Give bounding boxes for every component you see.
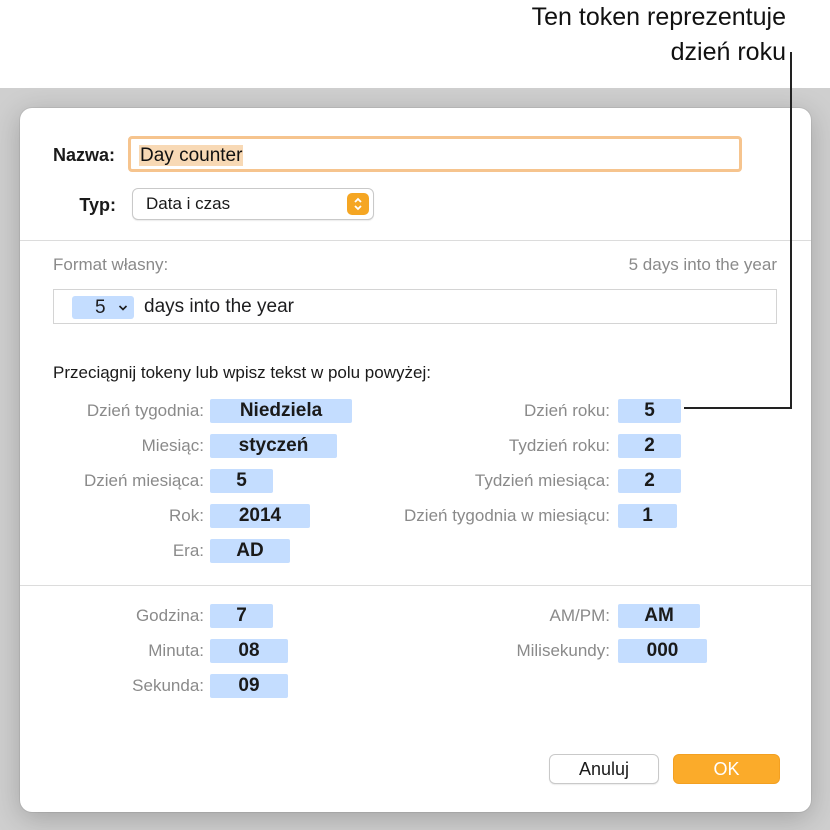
label-hour: Godzina: [135, 606, 204, 625]
token-weekday-in-month[interactable]: 1 [618, 504, 677, 528]
callout-line-1: Ten token reprezentuje [531, 3, 786, 31]
label-milliseconds: Milisekundy: [516, 641, 610, 660]
callout-annotation: Ten token reprezentuje dzień roku [426, 0, 786, 70]
token-week-of-month[interactable]: 2 [618, 469, 681, 493]
callout-leader-line [790, 52, 792, 409]
token-milliseconds[interactable]: 000 [618, 639, 707, 663]
format-field[interactable]: 5 days into the year [53, 289, 777, 324]
label-week-of-year: Tydzień roku: [508, 436, 610, 455]
label-second: Sekunda: [132, 676, 204, 695]
callout-leader-line [684, 407, 792, 409]
up-down-stepper-icon[interactable] [347, 193, 369, 215]
token-second[interactable]: 09 [210, 674, 288, 698]
token-hour[interactable]: 7 [210, 604, 273, 628]
label-week-of-month: Tydzień miesiąca: [474, 471, 610, 490]
format-preview: 5 days into the year [628, 255, 777, 274]
format-token-day-of-year[interactable]: 5 [72, 296, 134, 319]
chevron-down-icon [118, 296, 128, 327]
label-day-of-month: Dzień miesiąca: [84, 471, 204, 490]
name-label: Nazwa: [52, 145, 115, 165]
instructions-text: Przeciągnij tokeny lub wpisz tekst w pol… [53, 363, 431, 382]
format-token-value: 5 [95, 297, 106, 318]
token-am-pm[interactable]: AM [618, 604, 700, 628]
ok-button[interactable]: OK [673, 754, 780, 784]
label-minute: Minuta: [148, 641, 204, 660]
name-field[interactable]: Day counter [128, 136, 742, 172]
token-year[interactable]: 2014 [210, 504, 310, 528]
format-dialog: Nazwa: Day counter Typ: Data i czas Form… [20, 108, 811, 812]
type-label: Typ: [79, 195, 116, 215]
name-field-value: Day counter [139, 145, 244, 166]
cancel-button[interactable]: Anuluj [549, 754, 659, 784]
divider [20, 240, 811, 241]
token-minute[interactable]: 08 [210, 639, 288, 663]
token-era[interactable]: AD [210, 539, 290, 563]
label-weekday-in-month: Dzień tygodnia w miesiącu: [404, 506, 610, 525]
token-day-of-year[interactable]: 5 [618, 399, 681, 423]
type-select-value: Data i czas [146, 194, 231, 213]
divider [20, 585, 811, 586]
format-label: Format własny: [53, 255, 169, 274]
label-day-of-year: Dzień roku: [524, 401, 610, 420]
label-weekday: Dzień tygodnia: [86, 401, 204, 420]
label-am-pm: AM/PM: [549, 606, 610, 625]
callout-line-2: dzień roku [670, 38, 786, 66]
token-day-of-month[interactable]: 5 [210, 469, 273, 493]
label-month: Miesiąc: [141, 436, 204, 455]
type-select[interactable]: Data i czas [132, 188, 374, 220]
token-week-of-year[interactable]: 2 [618, 434, 681, 458]
token-month[interactable]: styczeń [210, 434, 337, 458]
format-text: days into the year [144, 296, 294, 317]
label-era: Era: [172, 541, 204, 560]
label-year: Rok: [169, 506, 204, 525]
